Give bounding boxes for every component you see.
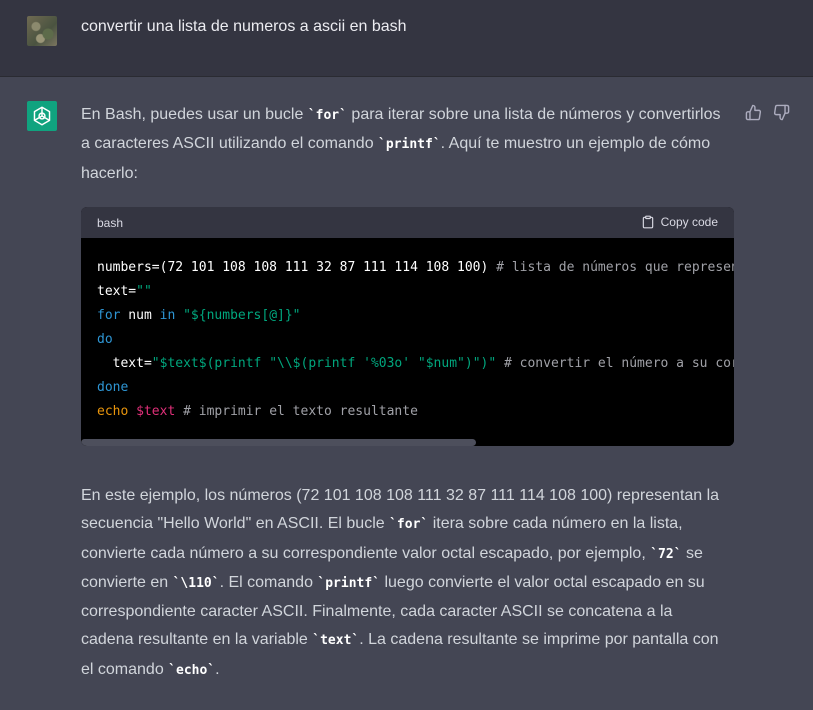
inline-code: `for` (389, 517, 429, 533)
assistant-explanation-paragraph: En este ejemplo, los números (72 101 108… (81, 482, 721, 685)
code-token: text= (97, 356, 152, 371)
inline-code: `text` (312, 633, 360, 649)
code-token: for (97, 308, 121, 323)
user-avatar (27, 16, 57, 46)
assistant-intro-paragraph: En Bash, puedes usar un bucle `for` para… (81, 101, 721, 188)
code-token: "$text$(printf "\\$(printf '%03o' "$num"… (151, 356, 497, 371)
code-line: done (97, 376, 734, 400)
horizontal-scrollbar[interactable] (81, 438, 734, 446)
openai-logo-icon (27, 101, 57, 131)
code-line: numbers=(72 101 108 108 111 32 87 111 11… (97, 256, 734, 280)
code-token: # imprimir el texto resultante (183, 404, 418, 419)
user-message-text: convertir una lista de numeros a ascii e… (81, 18, 407, 35)
code-token: echo (97, 404, 129, 419)
inline-code: `printf` (378, 137, 441, 153)
inline-code: `\110` (172, 575, 220, 591)
code-token: # convertir el número a su correspondien… (504, 356, 734, 371)
code-line: text="" (97, 280, 734, 304)
code-token: "" (136, 284, 152, 299)
code-token: done (97, 380, 129, 395)
code-token: numbers=(72 101 108 108 111 32 87 111 11… (97, 260, 497, 275)
user-message-row: convertir una lista de numeros a ascii e… (0, 0, 813, 77)
code-line: do (97, 328, 734, 352)
code-token: num (120, 308, 160, 323)
clipboard-icon (642, 215, 653, 229)
code-content: numbers=(72 101 108 108 111 32 87 111 11… (81, 238, 734, 438)
code-token: # lista de números que representan la se… (496, 260, 734, 275)
thumbs-down-icon[interactable] (773, 104, 790, 126)
inline-code: `printf` (317, 575, 381, 591)
code-token: do (97, 332, 113, 347)
copy-code-button[interactable]: Copy code (641, 215, 718, 229)
code-token: $text (136, 404, 176, 419)
code-language-label: bash (97, 216, 124, 230)
code-line: echo $text # imprimir el texto resultant… (97, 400, 734, 424)
code-token: in (159, 308, 176, 323)
code-block: bash Copy code numbers=(72 101 108 108 1… (81, 207, 734, 446)
paragraph-text: . El comando (219, 573, 318, 591)
inline-code: `echo` (168, 662, 216, 678)
paragraph-text: En Bash, puedes usar un bucle (81, 106, 308, 123)
code-token: text= (97, 284, 137, 299)
paragraph-text: . (215, 660, 220, 678)
inline-code: `72` (650, 546, 682, 562)
code-token: "${numbers[@]}" (183, 308, 301, 323)
code-block-header: bash Copy code (81, 207, 734, 238)
scrollbar-thumb[interactable] (81, 439, 476, 446)
thumbs-up-icon[interactable] (745, 104, 762, 126)
code-line: for num in "${numbers[@]}" (97, 304, 734, 328)
code-line: text="$text$(printf "\\$(printf '%03o' "… (97, 352, 734, 376)
inline-code: `for` (307, 108, 347, 123)
copy-code-label: Copy code (660, 215, 718, 229)
